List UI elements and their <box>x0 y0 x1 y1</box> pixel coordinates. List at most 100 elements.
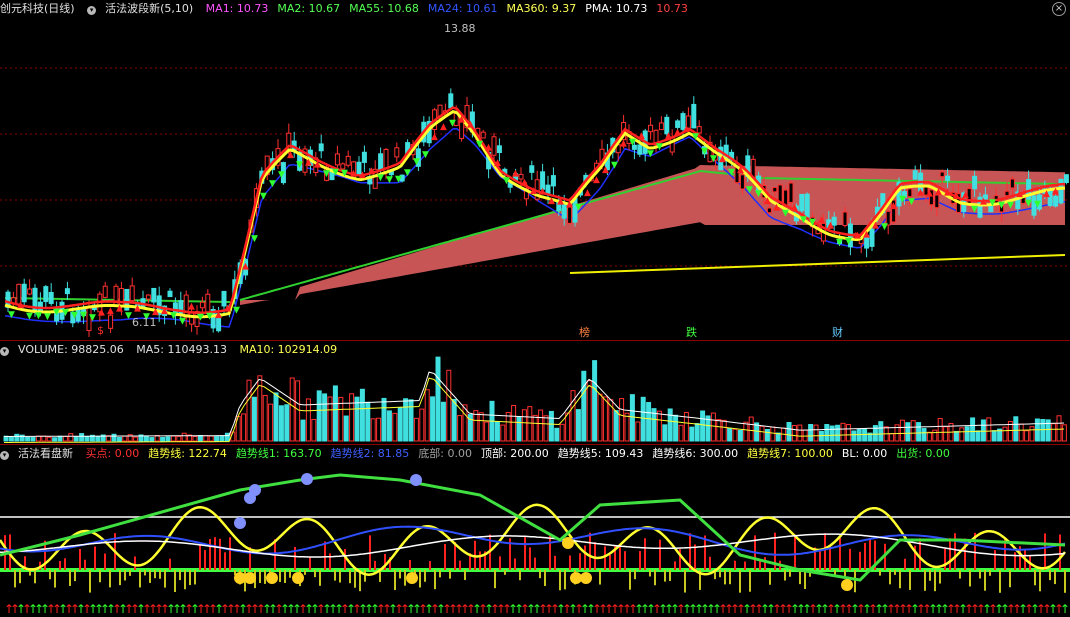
svg-text:▲: ▲ <box>350 168 357 178</box>
svg-text:▼: ▼ <box>836 237 843 247</box>
svg-text:▲: ▲ <box>791 202 798 212</box>
svg-text:▲: ▲ <box>512 169 519 179</box>
svg-text:▲: ▲ <box>17 300 24 310</box>
svg-text:▼: ▼ <box>449 119 456 129</box>
svg-text:▲: ▲ <box>935 187 942 197</box>
svg-text:▼: ▼ <box>53 308 60 318</box>
svg-text:▼: ▼ <box>341 168 348 178</box>
svg-text:▲: ▲ <box>539 187 546 197</box>
svg-text:▲: ▲ <box>773 203 780 213</box>
svg-text:▲: ▲ <box>215 310 222 320</box>
svg-text:▲: ▲ <box>1016 189 1023 199</box>
low-price-label: 6.11 <box>132 316 157 329</box>
svg-text:▲: ▲ <box>467 119 474 129</box>
svg-text:▲: ▲ <box>521 178 528 188</box>
svg-text:▲: ▲ <box>431 132 438 142</box>
svg-text:▲: ▲ <box>548 196 555 206</box>
svg-text:▼: ▼ <box>413 157 420 167</box>
marker-cai[interactable]: 财 <box>832 324 843 340</box>
svg-text:▲: ▲ <box>665 131 672 141</box>
svg-text:▼: ▼ <box>809 218 816 228</box>
svg-text:▲: ▲ <box>287 150 294 160</box>
svg-text:▲: ▲ <box>314 159 321 169</box>
svg-text:▼: ▼ <box>989 198 996 208</box>
svg-text:▲: ▲ <box>458 115 465 125</box>
svg-text:▲: ▲ <box>872 220 879 230</box>
svg-text:▼: ▼ <box>323 169 330 179</box>
svg-text:▼: ▼ <box>710 154 717 164</box>
svg-text:▼: ▼ <box>332 167 339 177</box>
main-chart-pane[interactable]: 创元科技(日线) ▾ 活法波段新(5,10) MA1: 10.73 MA2: 10.… <box>0 0 1070 340</box>
svg-text:▲: ▲ <box>926 188 933 198</box>
svg-text:▲: ▲ <box>638 131 645 141</box>
svg-text:▲: ▲ <box>494 158 501 168</box>
svg-text:▲: ▲ <box>1043 189 1050 199</box>
svg-text:▲: ▲ <box>818 215 825 225</box>
marker-die[interactable]: 跌 <box>686 324 697 340</box>
svg-text:▼: ▼ <box>8 310 15 320</box>
svg-text:▼: ▼ <box>656 142 663 152</box>
svg-text:▲: ▲ <box>683 124 690 134</box>
svg-text:▼: ▼ <box>35 311 42 321</box>
svg-text:▲: ▲ <box>953 191 960 201</box>
svg-text:▼: ▼ <box>629 137 636 147</box>
svg-text:▲: ▲ <box>593 175 600 185</box>
svg-text:▼: ▼ <box>26 312 33 322</box>
svg-text:▼: ▼ <box>80 310 87 320</box>
svg-text:▼: ▼ <box>746 185 753 195</box>
svg-text:▲: ▲ <box>557 197 564 207</box>
svg-text:▼: ▼ <box>845 237 852 247</box>
candlestick-chart[interactable]: ▼▲▼ ▼ ▼ ▼ ▼ ▼ ▼ ▼▲ ▲ ▲▼▲▼ ▲ ▲▼▼▲▼ ▼ ▲▲ ▼▲▼▼▼▼▲▼ ▲ ▲▼ ▼ ▼ ▲ ▲… <box>0 0 1070 340</box>
svg-text:▲: ▲ <box>674 128 681 138</box>
svg-text:▲: ▲ <box>854 230 861 240</box>
svg-text:▲: ▲ <box>584 188 591 198</box>
indicator-pane[interactable]: ▾ 活法看盘新 买点: 0.00 趋势线: 122.74 趋势线1: 163.70 趋势… <box>0 444 1070 617</box>
svg-text:▼: ▼ <box>575 202 582 212</box>
svg-text:▲: ▲ <box>944 187 951 197</box>
svg-text:▼: ▼ <box>89 313 96 323</box>
svg-text:▼: ▼ <box>728 168 735 178</box>
svg-text:▼: ▼ <box>269 179 276 189</box>
svg-text:▲: ▲ <box>224 304 231 314</box>
svg-text:▼: ▼ <box>998 201 1005 211</box>
svg-text:▲: ▲ <box>737 165 744 175</box>
svg-text:▲: ▲ <box>188 301 195 311</box>
svg-text:▲: ▲ <box>890 201 897 211</box>
svg-text:▼: ▼ <box>44 312 51 322</box>
svg-text:▲: ▲ <box>134 304 141 314</box>
svg-text:▲: ▲ <box>242 262 249 272</box>
svg-text:▼: ▼ <box>377 173 384 183</box>
svg-text:▼: ▼ <box>395 175 402 185</box>
svg-text:▲: ▲ <box>359 170 366 180</box>
marker-bang[interactable]: 榜 <box>579 324 590 340</box>
svg-text:▼: ▼ <box>899 194 906 204</box>
svg-text:▼: ▼ <box>404 168 411 178</box>
svg-text:▲: ▲ <box>530 186 537 196</box>
marker-dollar[interactable]: $ <box>97 324 104 337</box>
svg-text:▼: ▼ <box>71 311 78 321</box>
svg-text:▼: ▼ <box>1025 199 1032 209</box>
svg-text:▲: ▲ <box>827 221 834 231</box>
svg-text:▼: ▼ <box>692 132 699 142</box>
svg-text:▼: ▼ <box>647 149 654 159</box>
svg-text:▼: ▼ <box>800 215 807 225</box>
svg-text:▲: ▲ <box>602 165 609 175</box>
svg-text:▼: ▼ <box>908 197 915 207</box>
svg-text:▼: ▼ <box>755 189 762 199</box>
svg-text:▲: ▲ <box>368 166 375 176</box>
svg-text:▼: ▼ <box>260 191 267 201</box>
volume-pane[interactable]: ▾ VOLUME: 98825.06 MA5: 110493.13 MA10: 1… <box>0 340 1070 445</box>
svg-text:▼: ▼ <box>125 311 132 321</box>
svg-text:▼: ▼ <box>206 312 213 322</box>
svg-text:▼: ▼ <box>62 308 69 318</box>
svg-text:▼: ▼ <box>971 204 978 214</box>
svg-text:▼: ▼ <box>422 150 429 160</box>
svg-text:▼: ▼ <box>701 147 708 157</box>
svg-text:▼: ▼ <box>386 175 393 185</box>
svg-text:▲: ▲ <box>980 196 987 206</box>
svg-text:▼: ▼ <box>251 234 258 244</box>
svg-text:▼: ▼ <box>179 316 186 326</box>
svg-text:▼: ▼ <box>1034 199 1041 209</box>
svg-text:▼: ▼ <box>233 306 240 316</box>
svg-text:▲: ▲ <box>98 307 105 317</box>
